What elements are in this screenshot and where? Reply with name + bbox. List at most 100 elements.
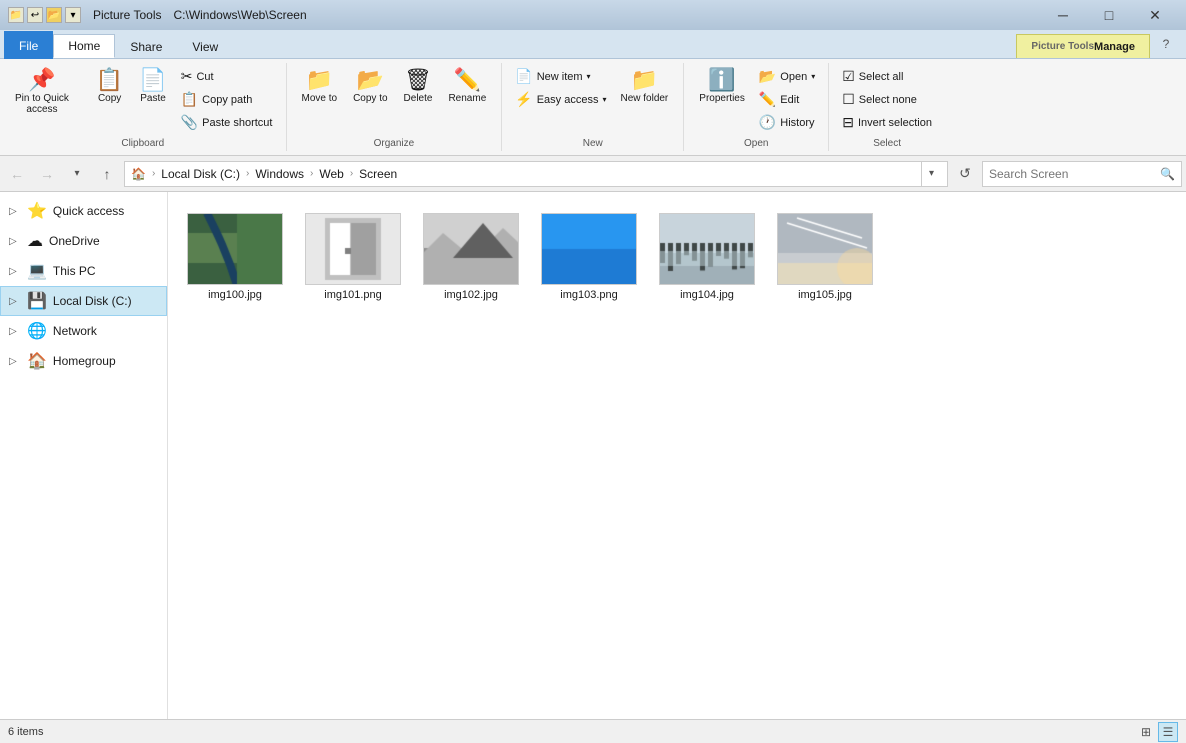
file-thumb <box>777 213 873 285</box>
tab-view[interactable]: View <box>177 34 233 58</box>
select-group-content: ☑ Select all ☐ Select none ⊟ Invert sele… <box>837 65 937 134</box>
file-item-img105.jpg[interactable]: img105.jpg <box>770 204 880 310</box>
up-button[interactable]: ↑ <box>94 161 120 187</box>
address-web[interactable]: Web <box>319 167 343 181</box>
easy-access-label: Easy access <box>537 94 599 106</box>
tab-share[interactable]: Share <box>115 34 177 58</box>
file-item-img104.jpg[interactable]: img104.jpg <box>652 204 762 310</box>
expand-icon: ▷ <box>9 356 21 367</box>
properties-button[interactable]: ℹ️ Properties <box>692 65 752 108</box>
copy-path-icon: 📋 <box>181 91 198 108</box>
large-icons-view-button[interactable]: ⊞ <box>1136 722 1156 742</box>
maximize-button[interactable]: □ <box>1086 0 1132 30</box>
search-input[interactable] <box>989 167 1156 181</box>
status-bar: 6 items ⊞ ☰ <box>0 719 1186 743</box>
file-item-img100.jpg[interactable]: img100.jpg <box>180 204 290 310</box>
paste-button[interactable]: 📄 Paste <box>132 65 173 108</box>
new-label: New <box>510 134 675 149</box>
copy-path-button[interactable]: 📋 Copy path <box>176 88 278 111</box>
new-folder-button[interactable]: 📁 New folder <box>613 65 675 108</box>
rename-button[interactable]: ✏️ Rename <box>441 65 493 108</box>
paste-shortcut-button[interactable]: 📎 Paste shortcut <box>176 111 278 134</box>
quick-access-icon[interactable]: 📁 <box>8 7 24 23</box>
file-thumb <box>305 213 401 285</box>
delete-label: Delete <box>404 93 433 104</box>
open-icon: 📂 <box>759 68 776 85</box>
file-name: img100.jpg <box>208 289 262 301</box>
search-box[interactable]: 🔍 <box>982 161 1182 187</box>
move-icon: 📁 <box>306 69 333 91</box>
sidebar-item-this-pc[interactable]: ▷ 💻 This PC <box>0 256 167 286</box>
address-bar[interactable]: 🏠 › Local Disk (C:) › Windows › Web › Sc… <box>124 161 948 187</box>
back-button[interactable]: ← <box>4 161 30 187</box>
small-clipboard-buttons: ✂ Cut 📋 Copy path 📎 Paste shortcut <box>176 65 278 134</box>
recent-locations-button[interactable]: ▾ <box>64 161 90 187</box>
sidebar-item-local-disk[interactable]: ▷ 💾 Local Disk (C:) <box>0 286 167 316</box>
sidebar-item-network[interactable]: ▷ 🌐 Network <box>0 316 167 346</box>
forward-button[interactable]: → <box>34 161 60 187</box>
close-button[interactable]: ✕ <box>1132 0 1178 30</box>
help-button[interactable]: ? <box>1150 30 1182 58</box>
item-count: 6 items <box>8 726 43 738</box>
address-bar-dropdown[interactable]: ▾ <box>921 162 941 186</box>
file-item-img103.png[interactable]: img103.png <box>534 204 644 310</box>
cut-button[interactable]: ✂ Cut <box>176 65 278 88</box>
tab-home[interactable]: Home <box>53 34 115 58</box>
folder-icon[interactable]: 📂 <box>46 7 62 23</box>
paste-shortcut-label: Paste shortcut <box>202 117 272 129</box>
address-screen[interactable]: Screen <box>359 167 397 181</box>
move-to-label: Move to <box>302 93 338 104</box>
address-home-icon: 🏠 <box>131 167 146 181</box>
details-view-button[interactable]: ☰ <box>1158 722 1178 742</box>
content-area[interactable]: img100.jpg img101.png img102.jpg img103.png… <box>168 192 1186 719</box>
properties-icon: ℹ️ <box>708 69 735 91</box>
delete-button[interactable]: 🗑 Delete <box>397 65 440 108</box>
clipboard-group-content: 📌 Pin to Quick access 📋 Copy 📄 Paste ✂ C… <box>8 65 278 134</box>
new-item-label: New item <box>537 71 583 83</box>
expand-icon: ▷ <box>9 326 21 337</box>
select-none-button[interactable]: ☐ Select none <box>837 88 937 111</box>
select-all-icon: ☑ <box>842 68 855 85</box>
pin-to-quick-access-button[interactable]: 📌 Pin to Quick access <box>8 65 76 119</box>
file-item-img102.jpg[interactable]: img102.jpg <box>416 204 526 310</box>
copy-button[interactable]: 📋 Copy <box>89 65 130 108</box>
history-button[interactable]: 🕐 History <box>754 111 820 134</box>
invert-label: Invert selection <box>858 117 932 129</box>
move-to-button[interactable]: 📁 Move to <box>295 65 345 108</box>
tab-manage[interactable]: Picture ToolsManage <box>1016 34 1150 58</box>
refresh-button[interactable]: ↺ <box>952 161 978 187</box>
history-icon: 🕐 <box>759 114 776 131</box>
select-none-icon: ☐ <box>842 91 855 108</box>
new-small-buttons: 📄 New item ▾ ⚡ Easy access ▾ <box>510 65 611 111</box>
address-local-disk[interactable]: Local Disk (C:) <box>161 167 240 181</box>
properties-label: Properties <box>699 93 745 104</box>
open-button[interactable]: 📂 Open ▾ <box>754 65 820 88</box>
sidebar-item-homegroup[interactable]: ▷ 🏠 Homegroup <box>0 346 167 376</box>
tab-file[interactable]: File <box>4 31 53 59</box>
sidebar-item-onedrive[interactable]: ▷ ☁ OneDrive <box>0 226 167 256</box>
rename-icon: ✏️ <box>454 69 481 91</box>
quick-access-label: Quick access <box>53 204 124 218</box>
select-all-button[interactable]: ☑ Select all <box>837 65 937 88</box>
this-pc-label: This PC <box>53 264 96 278</box>
new-item-button[interactable]: 📄 New item ▾ <box>510 65 611 88</box>
address-windows[interactable]: Windows <box>255 167 304 181</box>
new-item-icon: 📄 <box>515 68 532 85</box>
expand-icon: ▷ <box>9 236 21 247</box>
sidebar-item-quick-access[interactable]: ▷ ⭐ Quick access <box>0 196 167 226</box>
undo-icon[interactable]: ↩ <box>27 7 43 23</box>
onedrive-icon: ☁ <box>27 231 43 251</box>
easy-access-button[interactable]: ⚡ Easy access ▾ <box>510 88 611 111</box>
copy-paste-group: 📋 Copy 📄 Paste <box>89 65 174 108</box>
copy-to-button[interactable]: 📂 Copy to <box>346 65 394 108</box>
file-name: img103.png <box>560 289 618 301</box>
minimize-button[interactable]: ─ <box>1040 0 1086 30</box>
file-item-img101.png[interactable]: img101.png <box>298 204 408 310</box>
edit-icon: ✏️ <box>759 91 776 108</box>
invert-selection-button[interactable]: ⊟ Invert selection <box>837 111 937 134</box>
edit-button[interactable]: ✏️ Edit <box>754 88 820 111</box>
local-disk-icon: 💾 <box>27 291 47 311</box>
file-name: img102.jpg <box>444 289 498 301</box>
window-controls: ─ □ ✕ <box>1040 0 1178 30</box>
dropdown-icon[interactable]: ▾ <box>65 7 81 23</box>
